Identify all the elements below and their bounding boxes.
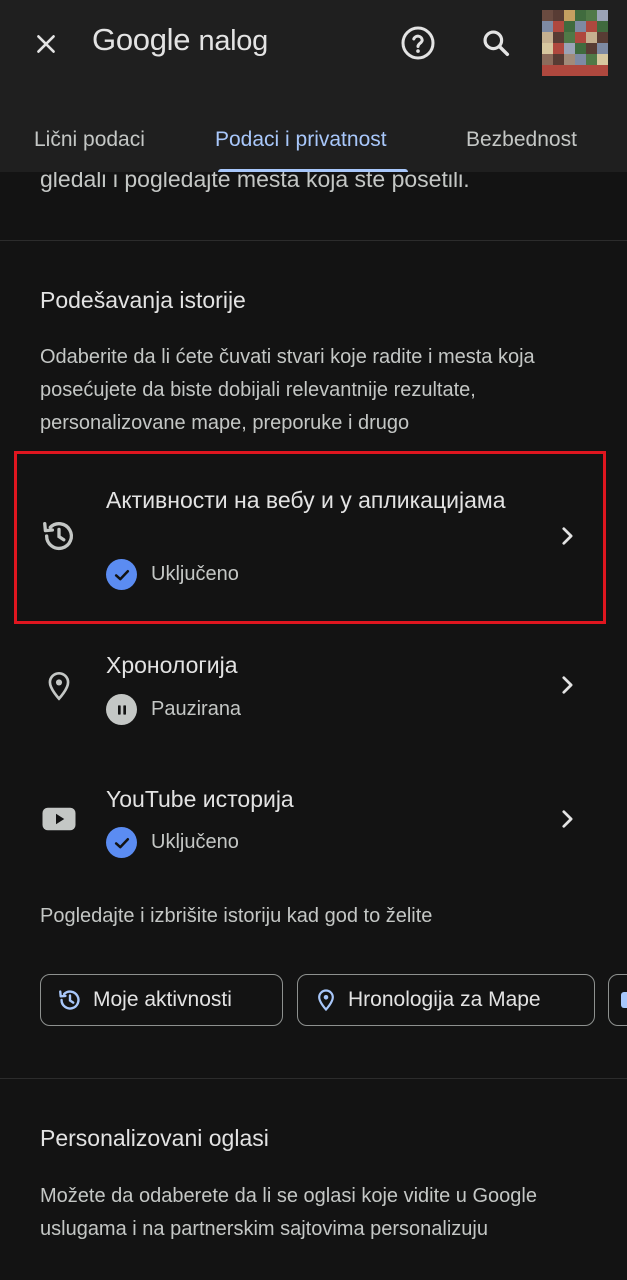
- check-icon: [106, 827, 137, 858]
- section-divider: [0, 1078, 627, 1079]
- location-pin-icon: [318, 989, 334, 1012]
- avatar-pixel: [542, 43, 553, 54]
- help-icon: [401, 26, 435, 60]
- avatar-pixel: [586, 21, 597, 32]
- avatar-pixel: [575, 10, 586, 21]
- chevron-right-icon: [552, 521, 582, 551]
- youtube-icon: [621, 992, 627, 1008]
- my-activity-chip-label: Moje aktivnosti: [93, 988, 232, 1011]
- avatar-pixel: [597, 10, 608, 21]
- history-settings-title: Podešavanja istorije: [40, 287, 246, 313]
- search-icon: [483, 30, 510, 57]
- top-app-bar: Google nalog Lični podaci Podaci i priva…: [0, 0, 627, 172]
- timeline-status: Pauzirana: [106, 694, 241, 725]
- close-icon: [37, 35, 55, 53]
- location-pin-icon: [38, 665, 80, 707]
- my-activity-chip[interactable]: Moje aktivnosti: [40, 974, 283, 1026]
- search-button[interactable]: [476, 23, 516, 63]
- avatar-pixel: [575, 21, 586, 32]
- avatar-pixel: [597, 32, 608, 43]
- avatar-pixel: [575, 54, 586, 65]
- app-title-suffix: nalog: [198, 25, 269, 57]
- avatar-pixel: [564, 21, 575, 32]
- tab-data-privacy[interactable]: Podaci i privatnost: [215, 128, 387, 152]
- avatar-pixel: [564, 65, 575, 76]
- avatar-pixel: [553, 43, 564, 54]
- chevron-right-icon: [552, 670, 582, 700]
- avatar-pixel: [564, 10, 575, 21]
- avatar-pixel: [564, 43, 575, 54]
- active-tab-indicator: [218, 169, 408, 172]
- section-divider: [0, 240, 627, 241]
- avatar-pixel: [597, 65, 608, 76]
- avatar-pixel: [542, 21, 553, 32]
- tab-bar: Lični podaci Podaci i privatnost Bezbedn…: [0, 112, 627, 172]
- avatar-pixel: [564, 54, 575, 65]
- avatar-pixel: [553, 10, 564, 21]
- timeline-status-label: Pauzirana: [151, 698, 242, 720]
- web-app-activity-status-label: Uključeno: [151, 563, 239, 585]
- avatar-pixel: [553, 32, 564, 43]
- web-app-activity-row[interactable]: Активности на вебу и у апликацијама Uklj…: [0, 455, 627, 620]
- web-app-activity-title: Активности на вебу и у апликацијама: [106, 487, 506, 513]
- youtube-history-status-label: Uključeno: [151, 831, 239, 853]
- avatar-pixel: [586, 10, 597, 21]
- timeline-row[interactable]: Хронологија Pauzirana: [0, 630, 627, 754]
- youtube-history-row[interactable]: YouTube историја Uključeno: [0, 764, 627, 888]
- tab-personal-info[interactable]: Lični podaci: [34, 128, 145, 152]
- youtube-icon: [38, 798, 80, 840]
- app-title-brand: Google: [92, 22, 191, 57]
- avatar-pixel: [575, 32, 586, 43]
- youtube-history-title: YouTube историја: [106, 786, 294, 812]
- personalized-ads-description: Možete da odaberete da li se oglasi koje…: [40, 1185, 537, 1240]
- avatar-pixel: [542, 65, 553, 76]
- avatar-pixel: [575, 43, 586, 54]
- history-icon: [38, 515, 80, 557]
- personalized-ads-title: Personalizovani oglasi: [40, 1125, 269, 1151]
- avatar-pixel: [564, 32, 575, 43]
- avatar-pixel: [553, 54, 564, 65]
- history-settings-description: Odaberite da li ćete čuvati stvari koje …: [40, 346, 535, 434]
- web-app-activity-status: Uključeno: [106, 559, 239, 590]
- avatar-pixel: [586, 43, 597, 54]
- avatar[interactable]: [542, 10, 608, 76]
- avatar-pixel: [553, 65, 564, 76]
- avatar-pixel: [575, 65, 586, 76]
- avatar-pixel: [586, 65, 597, 76]
- youtube-history-status: Uključeno: [106, 827, 239, 858]
- avatar-pixel: [553, 21, 564, 32]
- timeline-title: Хронологија: [106, 652, 238, 678]
- check-icon: [106, 559, 137, 590]
- history-footer-text: Pogledajte i izbrišite istoriju kad god …: [40, 905, 433, 927]
- maps-timeline-chip-label: Hronologija za Mape: [348, 988, 541, 1011]
- avatar-pixel: [542, 10, 553, 21]
- avatar-pixel: [542, 54, 553, 65]
- pause-icon: [106, 694, 137, 725]
- tab-security[interactable]: Bezbednost: [466, 128, 577, 152]
- maps-timeline-chip[interactable]: Hronologija za Mape: [297, 974, 595, 1026]
- avatar-pixel: [542, 32, 553, 43]
- avatar-pixel: [597, 54, 608, 65]
- chevron-right-icon: [552, 804, 582, 834]
- avatar-pixel: [597, 21, 608, 32]
- close-button[interactable]: [26, 24, 66, 64]
- history-icon: [59, 990, 80, 1010]
- help-button[interactable]: [398, 23, 438, 63]
- avatar-pixel: [586, 32, 597, 43]
- app-title: Google nalog: [92, 22, 268, 58]
- avatar-pixel: [597, 43, 608, 54]
- avatar-pixel: [586, 54, 597, 65]
- overflow-chip[interactable]: [608, 974, 627, 1026]
